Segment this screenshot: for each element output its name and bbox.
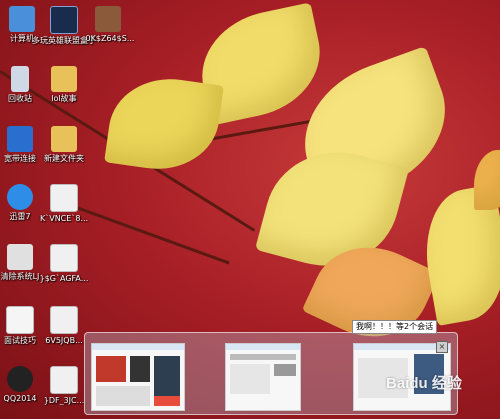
window-title-tooltip: 我啊！！！等2个会话 xyxy=(352,320,438,334)
game-box-icon xyxy=(50,6,78,34)
batch-file-icon xyxy=(7,244,33,270)
qq-icon xyxy=(7,366,33,392)
window-thumbnail-1[interactable] xyxy=(91,343,185,411)
document-icon xyxy=(6,306,34,334)
image-file-icon xyxy=(50,244,78,272)
baidu-jingyan-watermark: Baidu 经验 xyxy=(386,375,462,392)
leaf xyxy=(474,150,500,210)
recycle-bin-icon xyxy=(11,66,29,92)
image-file-icon xyxy=(95,6,121,32)
image-file-icon xyxy=(50,306,78,334)
image-file-icon xyxy=(50,366,78,394)
image-file-icon xyxy=(50,184,78,212)
desktop-icon-image-1[interactable]: _0K$Z64$S... xyxy=(76,6,140,44)
thunder-icon xyxy=(7,184,33,210)
folder-icon xyxy=(51,66,77,92)
desktop-icon-lol-folder[interactable]: lol故事 xyxy=(32,66,96,104)
network-connection-icon xyxy=(7,126,33,152)
desktop-icon-image-3[interactable]: }$G`AGFA... xyxy=(32,244,96,284)
leaf xyxy=(104,70,224,178)
desktop-icon-image-2[interactable]: K`VNCE`8... xyxy=(32,184,96,224)
folder-icon xyxy=(51,126,77,152)
window-thumbnail-2[interactable] xyxy=(225,343,301,411)
desktop-icon-new-folder[interactable]: 新建文件夹 xyxy=(32,126,96,164)
close-icon[interactable]: × xyxy=(436,341,448,353)
